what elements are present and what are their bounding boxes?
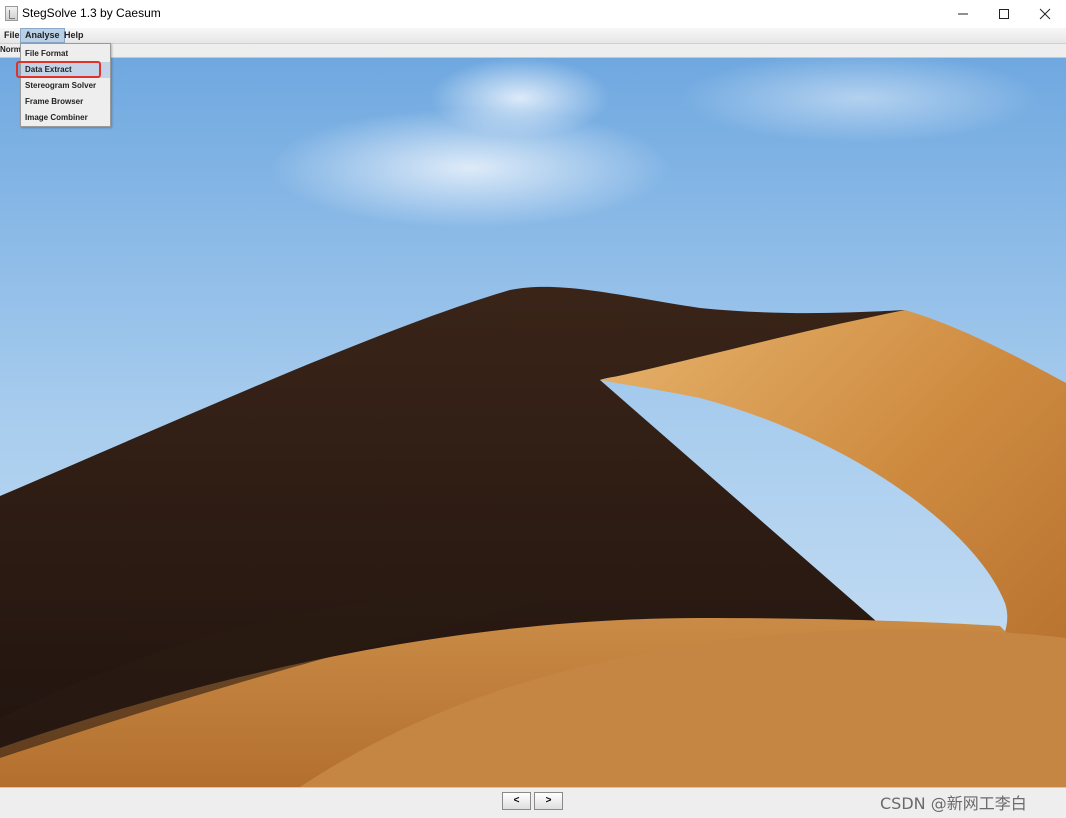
maximize-icon xyxy=(999,9,1009,19)
menu-item-image-combiner[interactable]: Image Combiner xyxy=(21,110,110,126)
next-button[interactable]: > xyxy=(534,792,563,810)
menu-analyse[interactable]: Analyse xyxy=(20,28,65,43)
desert-dune-image xyxy=(0,58,1066,787)
minimize-button[interactable] xyxy=(941,0,985,28)
menu-bar: File Analyse Help xyxy=(0,28,1066,44)
java-app-icon xyxy=(5,6,18,21)
menu-item-file-format[interactable]: File Format xyxy=(21,46,110,62)
close-icon xyxy=(1039,8,1051,20)
previous-button[interactable]: < xyxy=(502,792,531,810)
image-view xyxy=(0,58,1066,787)
minimize-icon xyxy=(958,13,968,15)
analyse-dropdown-menu: File Format Data Extract Stereogram Solv… xyxy=(20,43,111,127)
menu-item-frame-browser[interactable]: Frame Browser xyxy=(21,94,110,110)
watermark: CSDN @新网工李白 xyxy=(880,794,1027,813)
close-button[interactable] xyxy=(1023,0,1066,28)
window-title: StegSolve 1.3 by Caesum xyxy=(22,6,161,20)
data-extract-highlight xyxy=(16,61,101,78)
menu-item-stereogram-solver[interactable]: Stereogram Solver xyxy=(21,78,110,94)
mode-label: Norm xyxy=(0,45,21,54)
title-bar: StegSolve 1.3 by Caesum xyxy=(0,0,1066,28)
menu-help[interactable]: Help xyxy=(60,28,88,43)
mode-strip xyxy=(0,44,1066,58)
maximize-button[interactable] xyxy=(982,0,1026,28)
